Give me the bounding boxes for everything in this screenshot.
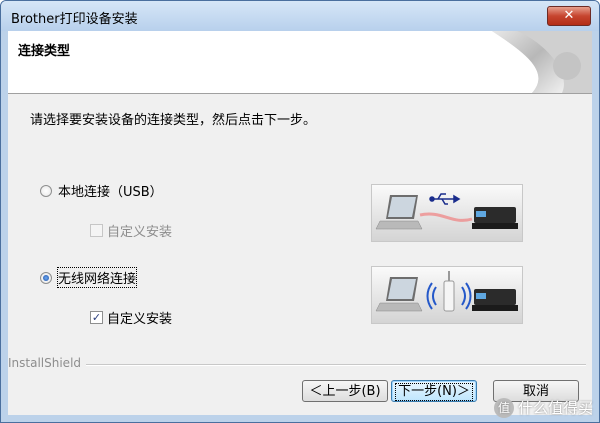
dialog-body: 连接类型 请选择要安装设备的连接类型，然后点击下一步。 本地连接（USB） 自定… xyxy=(8,31,592,415)
installshield-label: InstallShield xyxy=(8,356,82,370)
usb-label[interactable]: 本地连接（USB） xyxy=(58,181,163,200)
installer-window: Brother打印设备安装 ✕ 连接类型 请选择要安装设备的连接类型，然后点击下… xyxy=(0,0,600,423)
window-title: Brother打印设备安装 xyxy=(11,12,138,27)
usb-custom-install: 自定义安装 xyxy=(90,221,172,240)
watermark-text: 什么值得买 xyxy=(517,399,593,417)
page-curl-graphic xyxy=(492,31,592,93)
wireless-label[interactable]: 无线网络连接 xyxy=(56,267,138,288)
back-button-label[interactable]: ＜上一步(B) xyxy=(309,384,380,399)
watermark: 值 什么值得买 xyxy=(493,397,593,418)
usb-connection-illustration xyxy=(371,184,523,242)
wireless-custom-install[interactable]: ✓ 自定义安装 xyxy=(90,308,172,327)
usb-radio[interactable] xyxy=(40,184,52,197)
wireless-custom-install-checkbox[interactable]: ✓ xyxy=(90,311,103,324)
close-button[interactable]: ✕ xyxy=(547,6,591,26)
back-button[interactable]: ＜上一步(B) xyxy=(302,380,388,402)
option-wireless[interactable]: 无线网络连接 xyxy=(40,267,138,288)
page-title: 连接类型 xyxy=(18,44,71,59)
usb-custom-install-checkbox xyxy=(90,224,103,237)
option-usb[interactable]: 本地连接（USB） xyxy=(40,181,163,200)
wireless-connection-illustration xyxy=(371,266,523,324)
instruction-text: 请选择要安装设备的连接类型，然后点击下一步。 xyxy=(30,113,317,128)
header-panel: 连接类型 xyxy=(8,31,592,94)
next-button[interactable]: 下一步(N)＞ xyxy=(391,380,477,402)
wireless-custom-install-label[interactable]: 自定义安装 xyxy=(107,308,172,327)
title-bar[interactable]: Brother打印设备安装 ✕ xyxy=(1,1,599,31)
usb-custom-install-label: 自定义安装 xyxy=(107,225,173,240)
footer-divider xyxy=(86,364,586,366)
next-button-label[interactable]: 下一步(N)＞ xyxy=(395,383,473,401)
watermark-badge: 值 xyxy=(493,397,514,418)
wireless-radio[interactable] xyxy=(40,271,52,284)
